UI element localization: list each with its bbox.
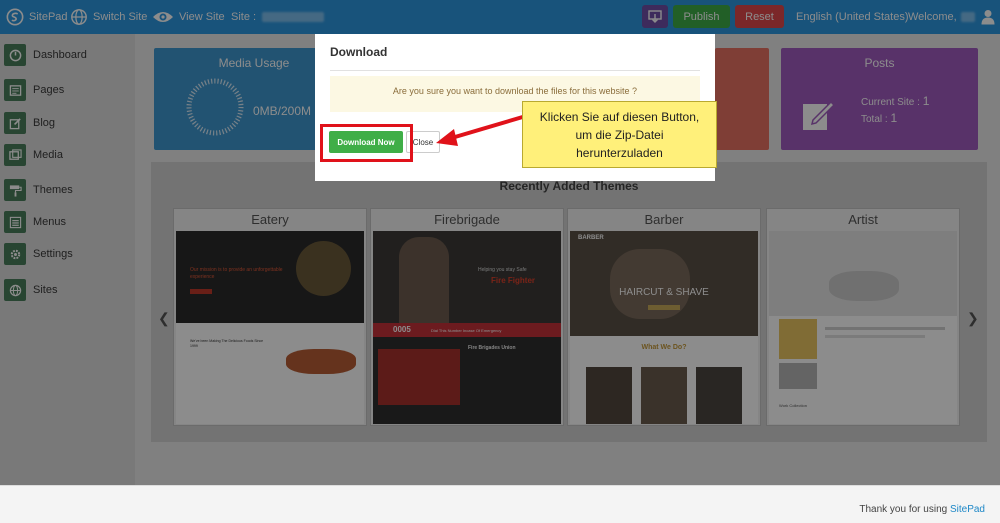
modal-title: Download [330, 45, 388, 59]
instruction-callout: Klicken Sie auf diesen Button, um die Zi… [522, 101, 717, 168]
callout-line: herunterzuladen [576, 146, 663, 160]
footer-text: Thank you for using SitePad [859, 504, 985, 515]
footer: Thank you for using SitePad [0, 485, 1000, 523]
footer-label: Thank you for using [859, 504, 948, 515]
modal-divider [330, 70, 700, 71]
highlight-frame [320, 124, 413, 162]
callout-line: Klicken Sie auf diesen Button, [539, 110, 700, 124]
callout-line: um die Zip-Datei [575, 128, 664, 142]
footer-sitepad-link[interactable]: SitePad [950, 504, 985, 515]
